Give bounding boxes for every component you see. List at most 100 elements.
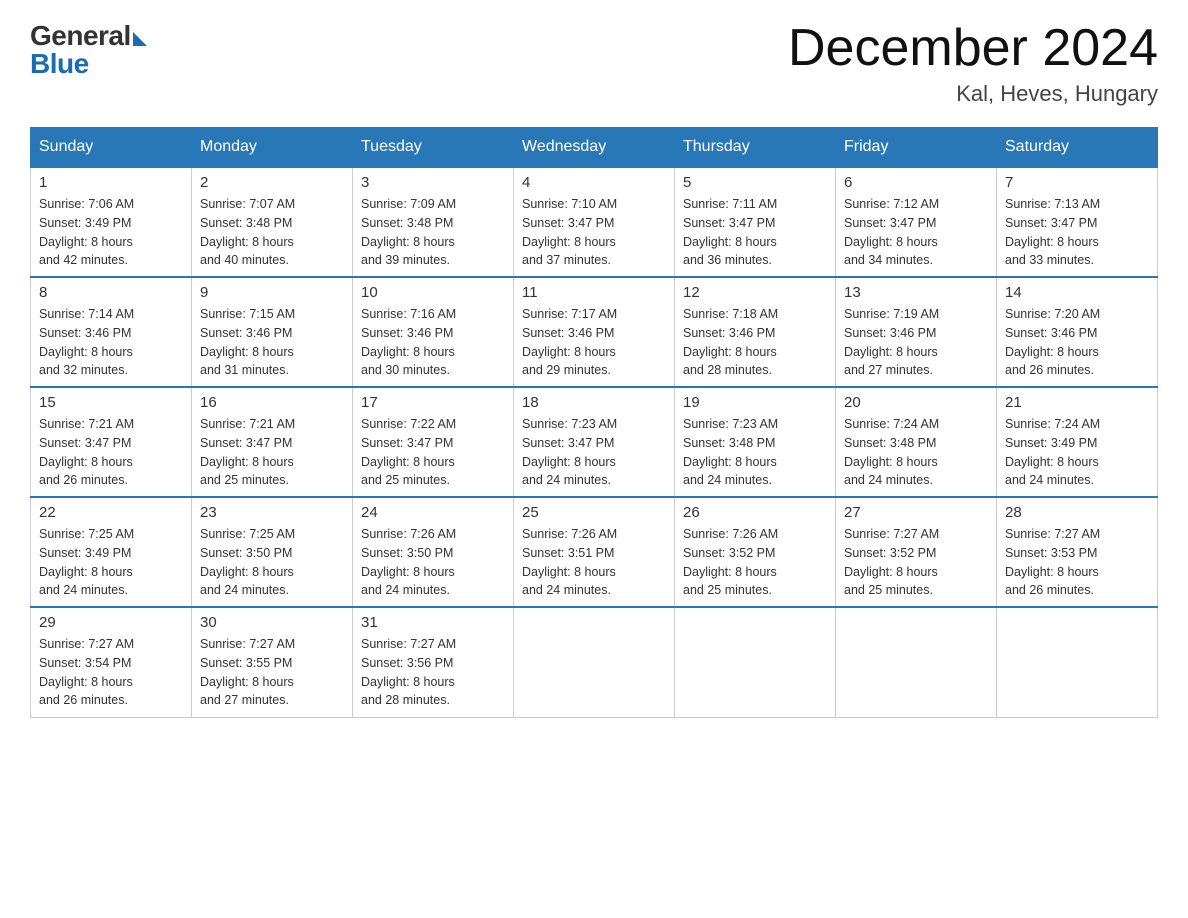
calendar-cell: 26 Sunrise: 7:26 AMSunset: 3:52 PMDayligh… [675,497,836,607]
calendar-cell: 2 Sunrise: 7:07 AMSunset: 3:48 PMDaylight… [192,167,353,277]
header-saturday: Saturday [997,128,1158,168]
day-number: 21 [1005,394,1149,411]
calendar-cell: 17 Sunrise: 7:22 AMSunset: 3:47 PMDayligh… [353,387,514,497]
calendar-cell: 12 Sunrise: 7:18 AMSunset: 3:46 PMDayligh… [675,277,836,387]
day-info: Sunrise: 7:20 AMSunset: 3:46 PMDaylight:… [1005,305,1149,380]
calendar-week-row: 29Sunrise: 7:27 AMSunset: 3:54 PMDayligh… [31,607,1158,717]
calendar-cell: 23Sunrise: 7:25 AMSunset: 3:50 PMDayligh… [192,497,353,607]
day-info: Sunrise: 7:23 AMSunset: 3:47 PMDaylight:… [522,415,666,490]
calendar-cell: 28Sunrise: 7:27 AMSunset: 3:53 PMDayligh… [997,497,1158,607]
day-info: Sunrise: 7:27 AMSunset: 3:54 PMDaylight:… [39,635,183,710]
calendar-cell: 29Sunrise: 7:27 AMSunset: 3:54 PMDayligh… [31,607,192,717]
day-info: Sunrise: 7:09 AMSunset: 3:48 PMDaylight:… [361,195,505,270]
day-info: Sunrise: 7:26 AMSunset: 3:51 PMDaylight:… [522,525,666,600]
day-number: 7 [1005,174,1149,191]
day-info: Sunrise: 7:26 AMSunset: 3:50 PMDaylight:… [361,525,505,600]
calendar-cell: 13 Sunrise: 7:19 AMSunset: 3:46 PMDayligh… [836,277,997,387]
day-info: Sunrise: 7:27 AMSunset: 3:56 PMDaylight:… [361,635,505,710]
day-info: Sunrise: 7:10 AMSunset: 3:47 PMDaylight:… [522,195,666,270]
day-info: Sunrise: 7:14 AMSunset: 3:46 PMDaylight:… [39,305,183,380]
day-info: Sunrise: 7:13 AMSunset: 3:47 PMDaylight:… [1005,195,1149,270]
day-number: 1 [39,174,183,191]
calendar-week-row: 15Sunrise: 7:21 AMSunset: 3:47 PMDayligh… [31,387,1158,497]
calendar-cell: 14 Sunrise: 7:20 AMSunset: 3:46 PMDayligh… [997,277,1158,387]
title-block: December 2024 Kal, Heves, Hungary [788,20,1158,107]
day-number: 2 [200,174,344,191]
day-number: 12 [683,284,827,301]
day-number: 11 [522,284,666,301]
day-info: Sunrise: 7:24 AMSunset: 3:48 PMDaylight:… [844,415,988,490]
day-info: Sunrise: 7:27 AMSunset: 3:55 PMDaylight:… [200,635,344,710]
header-friday: Friday [836,128,997,168]
calendar-cell [514,607,675,717]
day-number: 26 [683,504,827,521]
day-number: 8 [39,284,183,301]
calendar-cell [836,607,997,717]
calendar-cell: 9 Sunrise: 7:15 AMSunset: 3:46 PMDaylight… [192,277,353,387]
day-info: Sunrise: 7:18 AMSunset: 3:46 PMDaylight:… [683,305,827,380]
calendar-cell: 11Sunrise: 7:17 AMSunset: 3:46 PMDayligh… [514,277,675,387]
location-subtitle: Kal, Heves, Hungary [788,81,1158,107]
calendar-cell: 16Sunrise: 7:21 AMSunset: 3:47 PMDayligh… [192,387,353,497]
calendar-cell: 22 Sunrise: 7:25 AMSunset: 3:49 PMDayligh… [31,497,192,607]
calendar-cell: 31Sunrise: 7:27 AMSunset: 3:56 PMDayligh… [353,607,514,717]
logo: General Blue [30,20,147,80]
day-number: 14 [1005,284,1149,301]
day-info: Sunrise: 7:06 AMSunset: 3:49 PMDaylight:… [39,195,183,270]
header-thursday: Thursday [675,128,836,168]
day-info: Sunrise: 7:19 AMSunset: 3:46 PMDaylight:… [844,305,988,380]
header-sunday: Sunday [31,128,192,168]
page-header: General Blue December 2024 Kal, Heves, H… [30,20,1158,107]
calendar-cell: 7 Sunrise: 7:13 AMSunset: 3:47 PMDaylight… [997,167,1158,277]
header-monday: Monday [192,128,353,168]
day-info: Sunrise: 7:11 AMSunset: 3:47 PMDaylight:… [683,195,827,270]
calendar-cell: 27 Sunrise: 7:27 AMSunset: 3:52 PMDayligh… [836,497,997,607]
calendar-cell [675,607,836,717]
day-number: 5 [683,174,827,191]
day-info: Sunrise: 7:25 AMSunset: 3:49 PMDaylight:… [39,525,183,600]
day-number: 20 [844,394,988,411]
calendar-cell: 15Sunrise: 7:21 AMSunset: 3:47 PMDayligh… [31,387,192,497]
day-number: 25 [522,504,666,521]
day-number: 4 [522,174,666,191]
calendar-cell: 10Sunrise: 7:16 AMSunset: 3:46 PMDayligh… [353,277,514,387]
day-number: 24 [361,504,505,521]
day-info: Sunrise: 7:21 AMSunset: 3:47 PMDaylight:… [39,415,183,490]
day-number: 9 [200,284,344,301]
day-info: Sunrise: 7:21 AMSunset: 3:47 PMDaylight:… [200,415,344,490]
day-number: 27 [844,504,988,521]
calendar-cell: 25 Sunrise: 7:26 AMSunset: 3:51 PMDayligh… [514,497,675,607]
day-number: 17 [361,394,505,411]
calendar-cell: 24 Sunrise: 7:26 AMSunset: 3:50 PMDayligh… [353,497,514,607]
calendar-cell: 5 Sunrise: 7:11 AMSunset: 3:47 PMDaylight… [675,167,836,277]
calendar-week-row: 8 Sunrise: 7:14 AMSunset: 3:46 PMDaylight… [31,277,1158,387]
day-number: 6 [844,174,988,191]
day-info: Sunrise: 7:27 AMSunset: 3:52 PMDaylight:… [844,525,988,600]
calendar-table: SundayMondayTuesdayWednesdayThursdayFrid… [30,127,1158,718]
day-number: 19 [683,394,827,411]
calendar-cell [997,607,1158,717]
day-number: 10 [361,284,505,301]
day-info: Sunrise: 7:23 AMSunset: 3:48 PMDaylight:… [683,415,827,490]
day-number: 22 [39,504,183,521]
header-tuesday: Tuesday [353,128,514,168]
logo-arrow-icon [133,32,147,46]
calendar-week-row: 22 Sunrise: 7:25 AMSunset: 3:49 PMDayligh… [31,497,1158,607]
day-info: Sunrise: 7:22 AMSunset: 3:47 PMDaylight:… [361,415,505,490]
calendar-week-row: 1 Sunrise: 7:06 AMSunset: 3:49 PMDaylight… [31,167,1158,277]
calendar-cell: 30Sunrise: 7:27 AMSunset: 3:55 PMDayligh… [192,607,353,717]
day-info: Sunrise: 7:27 AMSunset: 3:53 PMDaylight:… [1005,525,1149,600]
day-number: 18 [522,394,666,411]
calendar-cell: 18 Sunrise: 7:23 AMSunset: 3:47 PMDayligh… [514,387,675,497]
day-number: 13 [844,284,988,301]
day-info: Sunrise: 7:24 AMSunset: 3:49 PMDaylight:… [1005,415,1149,490]
calendar-cell: 3Sunrise: 7:09 AMSunset: 3:48 PMDaylight… [353,167,514,277]
day-number: 23 [200,504,344,521]
day-info: Sunrise: 7:07 AMSunset: 3:48 PMDaylight:… [200,195,344,270]
day-info: Sunrise: 7:15 AMSunset: 3:46 PMDaylight:… [200,305,344,380]
calendar-cell: 19 Sunrise: 7:23 AMSunset: 3:48 PMDayligh… [675,387,836,497]
logo-blue-text: Blue [30,48,89,80]
day-info: Sunrise: 7:12 AMSunset: 3:47 PMDaylight:… [844,195,988,270]
day-info: Sunrise: 7:26 AMSunset: 3:52 PMDaylight:… [683,525,827,600]
calendar-cell: 21 Sunrise: 7:24 AMSunset: 3:49 PMDayligh… [997,387,1158,497]
